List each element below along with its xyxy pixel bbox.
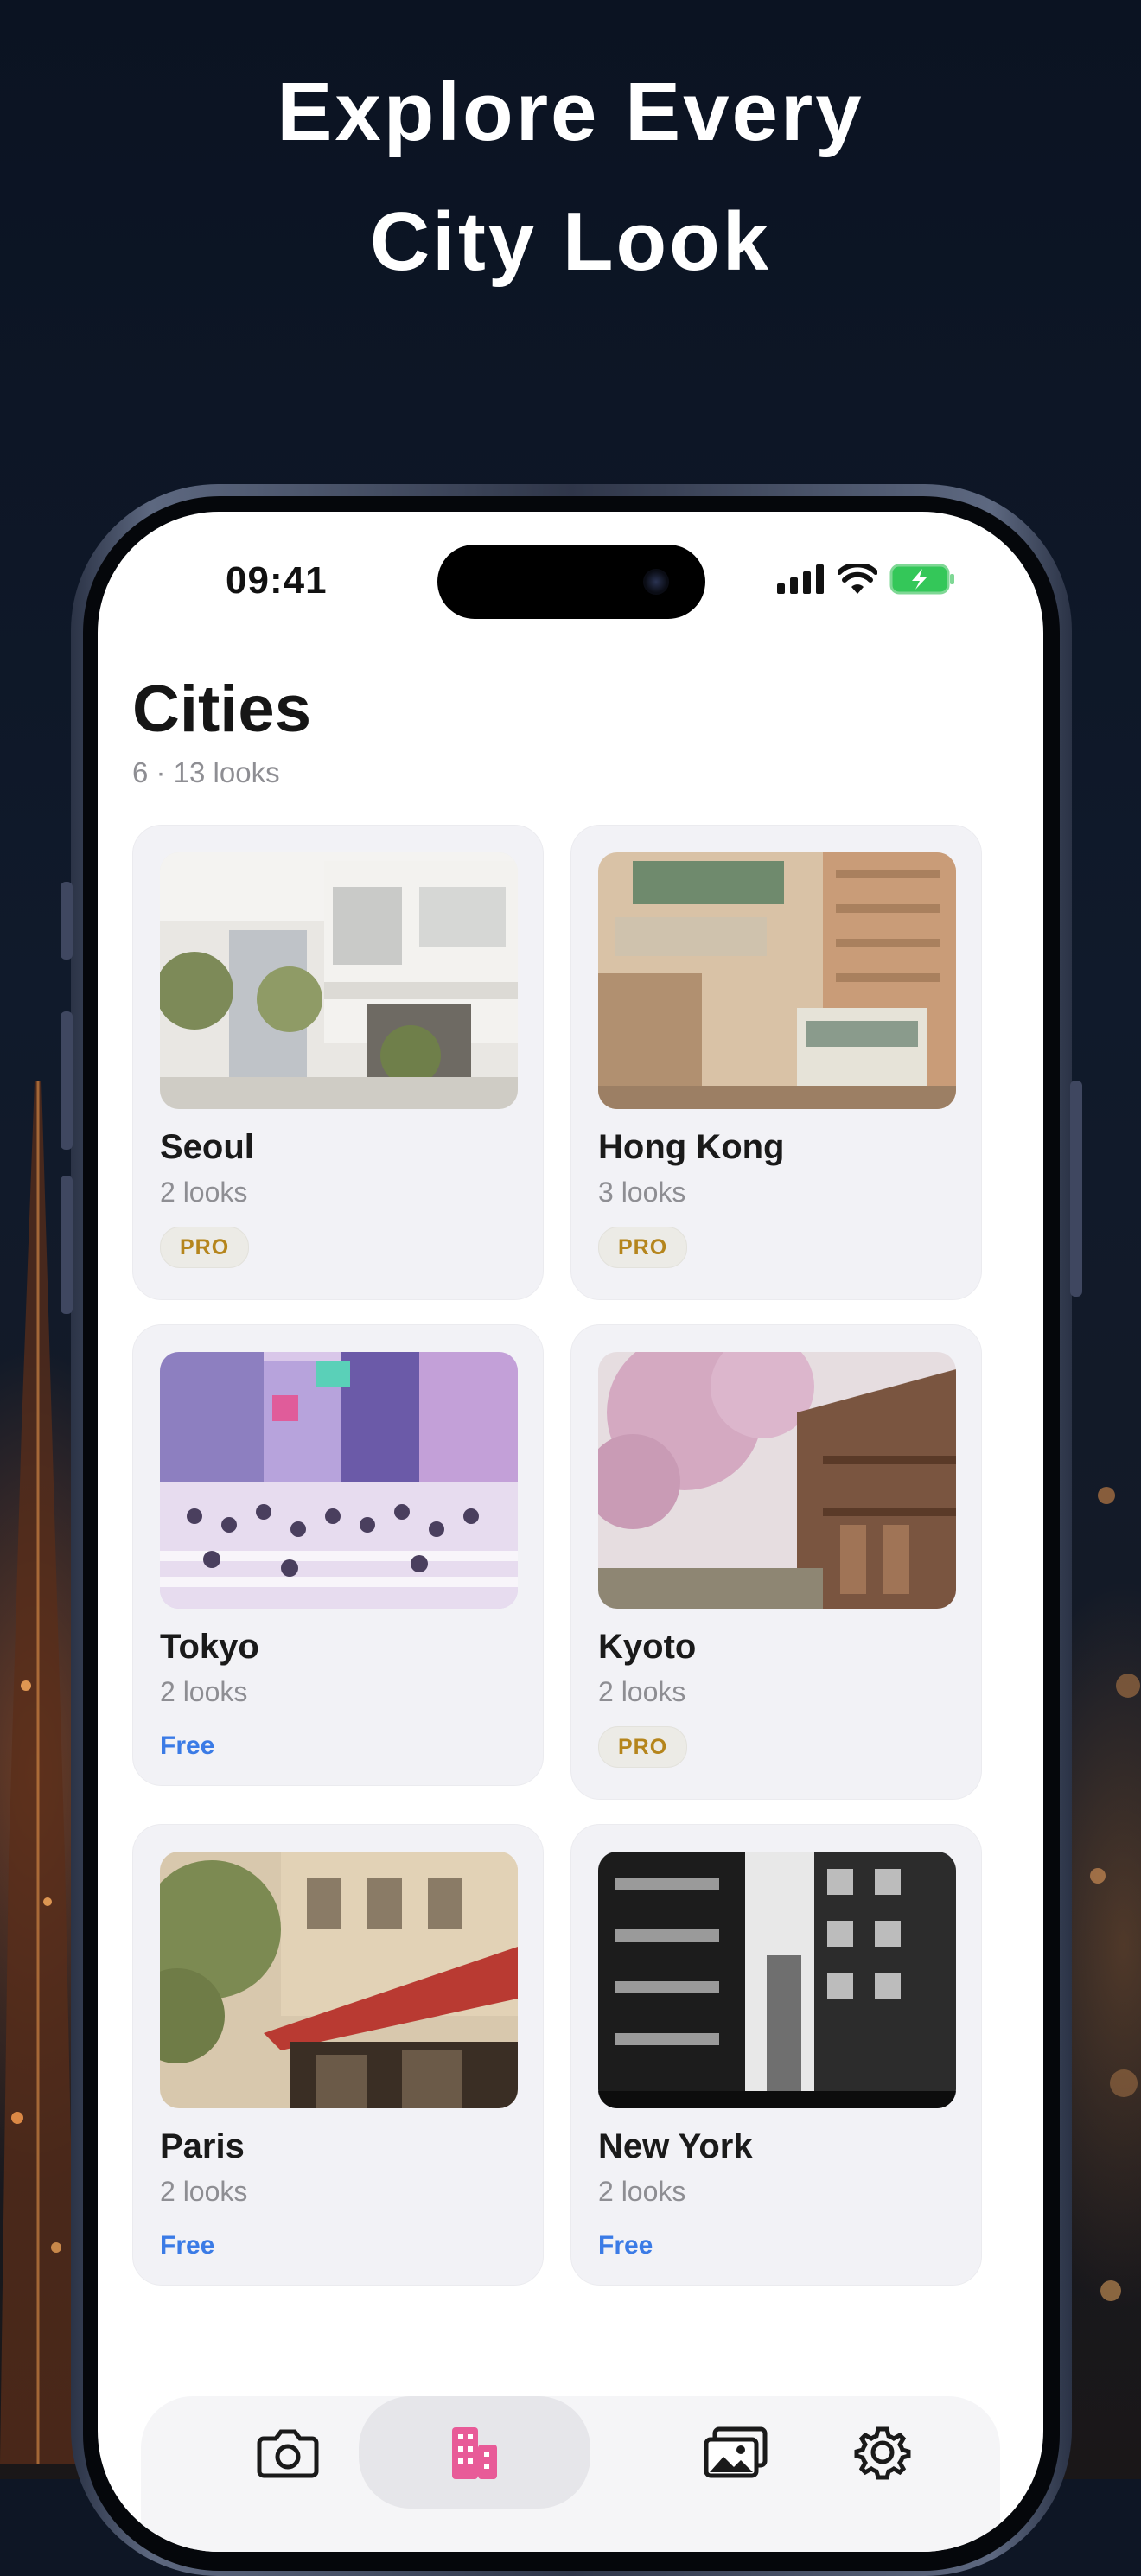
city-thumbnail-paris: [160, 1852, 518, 2108]
city-card-seoul[interactable]: Seoul 2 looks PRO: [132, 825, 544, 1300]
city-thumbnail-tokyo: [160, 1352, 518, 1609]
city-card-new-york[interactable]: New York 2 looks Free: [570, 1824, 982, 2286]
status-icons: [777, 562, 957, 596]
pro-badge: PRO: [160, 1227, 250, 1268]
looks-count: 2 looks: [598, 2176, 686, 2207]
city-card-kyoto[interactable]: Kyoto 2 looks PRO: [570, 1324, 982, 1800]
camera-icon: [257, 2429, 319, 2478]
wifi-icon: [838, 564, 877, 594]
gear-icon: [854, 2426, 911, 2480]
tab-settings[interactable]: [796, 2396, 969, 2509]
status-time: 09:41: [226, 559, 328, 602]
building-icon: [452, 2427, 497, 2479]
free-label: Free: [160, 1731, 215, 1760]
side-button: [61, 882, 73, 960]
city-card-hong-kong[interactable]: Hong Kong 3 looks PRO: [570, 825, 982, 1300]
volume-down-button: [61, 1176, 73, 1314]
city-card-paris[interactable]: Paris 2 looks Free: [132, 1824, 544, 2286]
dynamic-island: [437, 545, 705, 619]
city-name: Hong Kong: [598, 1128, 785, 1166]
battery-icon: [889, 564, 954, 595]
city-name: New York: [598, 2127, 753, 2165]
looks-count: 2 looks: [160, 1176, 248, 1208]
power-button: [1070, 1081, 1082, 1297]
city-thumbnail-new-york: [598, 1852, 956, 2108]
city-card-tokyo[interactable]: Tokyo 2 looks Free: [132, 1324, 544, 1786]
tab-bar: [141, 2396, 1000, 2552]
city-name: Kyoto: [598, 1628, 697, 1666]
looks-count: 2 looks: [598, 1676, 686, 1707]
app-screen: 09:41 Cities 6 · 13 looks Seoul 2 looks …: [98, 512, 1043, 2552]
page-title: Cities: [132, 673, 311, 746]
city-name: Seoul: [160, 1128, 254, 1166]
front-camera-icon: [643, 569, 669, 595]
city-thumbnail-hong-kong: [598, 852, 956, 1109]
looks-count: 2 looks: [160, 1676, 248, 1707]
city-thumbnail-kyoto: [598, 1352, 956, 1609]
pro-badge: PRO: [598, 1726, 688, 1768]
volume-up-button: [61, 1011, 73, 1150]
free-label: Free: [160, 2231, 215, 2260]
headline-line-1: Explore Every: [277, 66, 864, 158]
tab-cities[interactable]: [359, 2396, 590, 2509]
headline-line-2: City Look: [369, 195, 772, 288]
marketing-headline: Explore Every City Look: [0, 48, 1141, 307]
cellular-signal-icon: [777, 564, 824, 594]
looks-count: 2 looks: [160, 2176, 248, 2207]
looks-count: 3 looks: [598, 1176, 686, 1208]
city-name: Paris: [160, 2127, 245, 2165]
photo-gallery-icon: [704, 2426, 768, 2478]
free-label: Free: [598, 2231, 653, 2260]
pro-badge: PRO: [598, 1227, 688, 1268]
page-subtitle: 6 · 13 looks: [132, 756, 280, 788]
city-thumbnail-seoul: [160, 852, 518, 1109]
city-name: Tokyo: [160, 1628, 259, 1666]
tab-camera[interactable]: [201, 2396, 374, 2509]
